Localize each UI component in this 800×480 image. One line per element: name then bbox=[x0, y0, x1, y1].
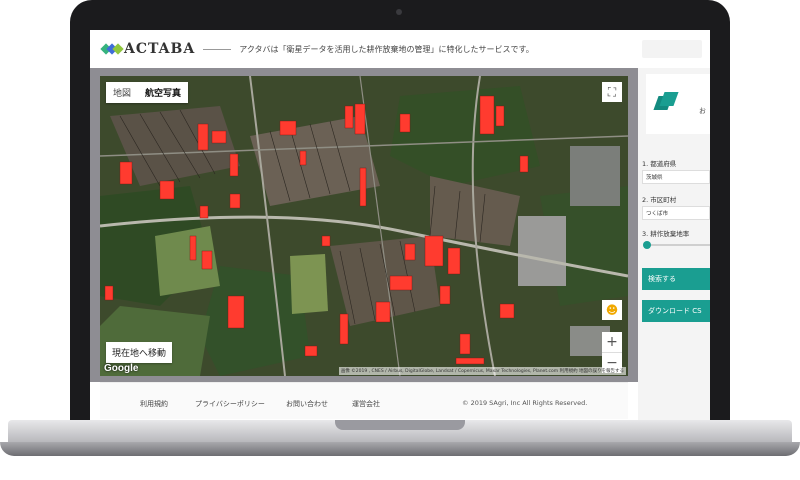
brand-mark-icon bbox=[653, 92, 679, 112]
base-bottom bbox=[0, 442, 800, 456]
sidebar-card-text: お bbox=[699, 107, 706, 115]
prefecture-select[interactable]: 茨城県 bbox=[642, 170, 710, 184]
copyright: © 2019 SAgri, Inc All Rights Reserved. bbox=[462, 399, 588, 407]
footer-link-terms[interactable]: 利用規約 bbox=[140, 399, 168, 409]
laptop-frame: ACTABA アクタバは「衛星データを活用した耕作放棄地の管理」に特化したサービ… bbox=[70, 0, 730, 440]
header-dash bbox=[203, 48, 232, 50]
footer-bar: 利用規約 プライバシーポリシー お問い合わせ 運営会社 © 2019 SAgri… bbox=[100, 382, 628, 419]
sidebar: お 1. 都道府県 茨城県 2. 市区町村 つくば市 3. 耕作放棄地率 検索す… bbox=[638, 68, 710, 422]
pegman-icon[interactable]: ☻ bbox=[602, 300, 622, 320]
google-logo: Google bbox=[104, 363, 139, 374]
map-attribution: 画像 ©2019 , CNES / Airbus, DigitalGlobe, … bbox=[338, 367, 626, 375]
base-notch bbox=[335, 420, 465, 430]
tab-map[interactable]: 地図 bbox=[106, 82, 138, 103]
screen: ACTABA アクタバは「衛星データを活用した耕作放棄地の管理」に特化したサービ… bbox=[90, 30, 710, 422]
satellite-imagery bbox=[100, 76, 628, 376]
logo-text: ACTABA bbox=[124, 41, 196, 57]
search-button[interactable]: 検索する bbox=[642, 268, 710, 290]
map-frame: 地図 航空写真 ⛶ ☻ + − 現在地へ移動 Google 画像 ©2019 ,… bbox=[90, 68, 638, 382]
prefecture-label: 1. 都道府県 bbox=[642, 160, 677, 168]
city-label: 2. 市区町村 bbox=[642, 196, 677, 204]
footer-link-contact[interactable]: お問い合わせ bbox=[286, 399, 328, 409]
map-type-toggle: 地図 航空写真 bbox=[106, 82, 189, 103]
logo-diamonds-icon bbox=[100, 40, 124, 58]
footer-link-company[interactable]: 運営会社 bbox=[352, 399, 380, 409]
download-csv-button[interactable]: ダウンロード CS bbox=[642, 300, 710, 322]
city-select[interactable]: つくば市 bbox=[642, 206, 710, 220]
camera-dot bbox=[396, 9, 402, 15]
site-footer: 利用規約 プライバシーポリシー お問い合わせ 運営会社 © 2019 SAgri… bbox=[90, 382, 638, 422]
rate-slider[interactable] bbox=[643, 241, 710, 249]
satellite-map[interactable]: 地図 航空写真 ⛶ ☻ + − 現在地へ移動 Google 画像 ©2019 ,… bbox=[100, 76, 628, 376]
site-header: ACTABA アクタバは「衛星データを活用した耕作放棄地の管理」に特化したサービ… bbox=[90, 30, 710, 69]
locate-button[interactable]: 現在地へ移動 bbox=[106, 342, 173, 363]
logo[interactable]: ACTABA アクタバは「衛星データを活用した耕作放棄地の管理」に特化したサービ… bbox=[100, 40, 534, 58]
header-button[interactable] bbox=[642, 40, 702, 58]
zoom-in-button[interactable]: + bbox=[602, 332, 622, 352]
tab-satellite[interactable]: 航空写真 bbox=[138, 82, 188, 103]
laptop-base bbox=[0, 420, 800, 460]
footer-link-privacy[interactable]: プライバシーポリシー bbox=[195, 399, 265, 409]
tagline: アクタバは「衛星データを活用した耕作放棄地の管理」に特化したサービスです。 bbox=[239, 44, 534, 54]
sidebar-card: お bbox=[646, 74, 710, 134]
fullscreen-icon[interactable]: ⛶ bbox=[602, 82, 622, 102]
rate-label: 3. 耕作放棄地率 bbox=[642, 230, 690, 238]
slider-handle[interactable] bbox=[643, 241, 651, 249]
